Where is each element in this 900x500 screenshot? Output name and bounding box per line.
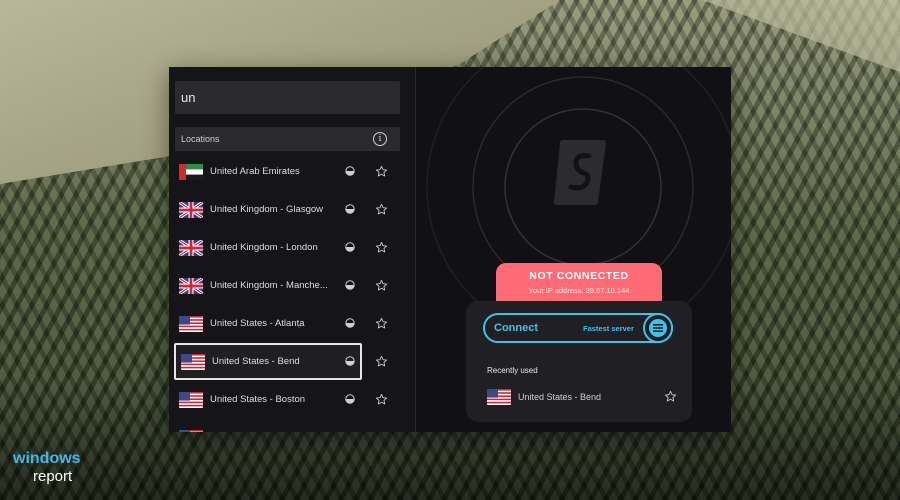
location-item[interactable]: United States - Boston <box>174 381 362 418</box>
favorite-star-icon[interactable] <box>375 317 388 330</box>
location-name: United Kingdom - London <box>210 242 318 253</box>
location-item[interactable]: United Kingdom - London <box>174 229 362 266</box>
server-load-icon <box>345 356 355 366</box>
svg-text:report: report <box>33 468 73 485</box>
uk-flag-icon <box>179 239 203 256</box>
svg-text:windows: windows <box>12 450 81 467</box>
location-item[interactable] <box>174 419 362 432</box>
location-name: United Kingdom - Manche... <box>210 280 328 291</box>
connect-label: Connect <box>494 322 538 334</box>
favorite-star-icon[interactable] <box>375 203 388 216</box>
location-name: United Arab Emirates <box>210 166 300 177</box>
uae-flag-icon <box>179 163 203 180</box>
vpn-app-window: un Locations i United Arab Emirates Unite… <box>169 67 731 432</box>
locations-panel: un Locations i United Arab Emirates Unite… <box>169 67 415 432</box>
favorite-star-icon[interactable] <box>375 355 388 368</box>
favorite-star-icon[interactable] <box>375 393 388 406</box>
recent-location-name: United States - Bend <box>518 392 602 402</box>
location-name: United Kingdom - Glasgow <box>210 204 323 215</box>
uk-flag-icon <box>179 277 203 294</box>
us-flag-icon <box>179 429 203 432</box>
location-name: United States - Atlanta <box>210 318 305 329</box>
location-item[interactable]: United Arab Emirates <box>174 153 362 190</box>
us-flag-icon <box>179 315 203 332</box>
info-icon[interactable]: i <box>373 132 387 146</box>
location-item[interactable]: United States - Atlanta <box>174 305 362 342</box>
server-load-icon <box>345 394 355 404</box>
uk-flag-icon <box>179 201 203 218</box>
connect-card: Connect Fastest server Recently used Uni… <box>466 301 692 422</box>
favorite-star-icon[interactable] <box>664 390 677 403</box>
us-flag-icon <box>179 391 203 408</box>
windows-report-logo: windows report <box>12 450 81 485</box>
recent-location-item[interactable]: United States - Bend <box>487 386 677 408</box>
status-title: NOT CONNECTED <box>529 270 629 282</box>
server-load-icon <box>345 242 355 252</box>
server-load-icon <box>345 166 355 176</box>
server-selection-label[interactable]: Fastest server <box>583 324 634 333</box>
server-load-icon <box>345 280 355 290</box>
location-item[interactable]: United Kingdom - Manche... <box>174 267 362 304</box>
favorite-star-icon[interactable] <box>375 431 388 432</box>
location-name: United States - Bend <box>212 356 300 367</box>
server-load-icon <box>345 204 355 214</box>
surfshark-logo-icon <box>554 140 606 205</box>
connect-button[interactable]: Connect Fastest server <box>483 313 673 343</box>
locations-header: Locations i <box>175 127 400 151</box>
ip-address-text: Your IP address: 39.57.10.144 <box>528 286 630 295</box>
locations-header-label: Locations <box>181 134 220 144</box>
search-input[interactable]: un <box>175 81 400 114</box>
list-icon <box>649 319 667 337</box>
favorite-star-icon[interactable] <box>375 279 388 292</box>
server-load-icon <box>345 318 355 328</box>
favorite-star-icon[interactable] <box>375 241 388 254</box>
us-flag-icon <box>487 389 511 405</box>
favorite-star-icon[interactable] <box>375 165 388 178</box>
recently-used-title: Recently used <box>487 366 538 375</box>
location-name: United States - Boston <box>210 394 306 405</box>
server-menu-button[interactable] <box>643 313 673 343</box>
location-item[interactable]: United Kingdom - Glasgow <box>174 191 362 228</box>
us-flag-icon <box>181 353 205 370</box>
location-item[interactable]: United States - Bend <box>174 343 362 380</box>
